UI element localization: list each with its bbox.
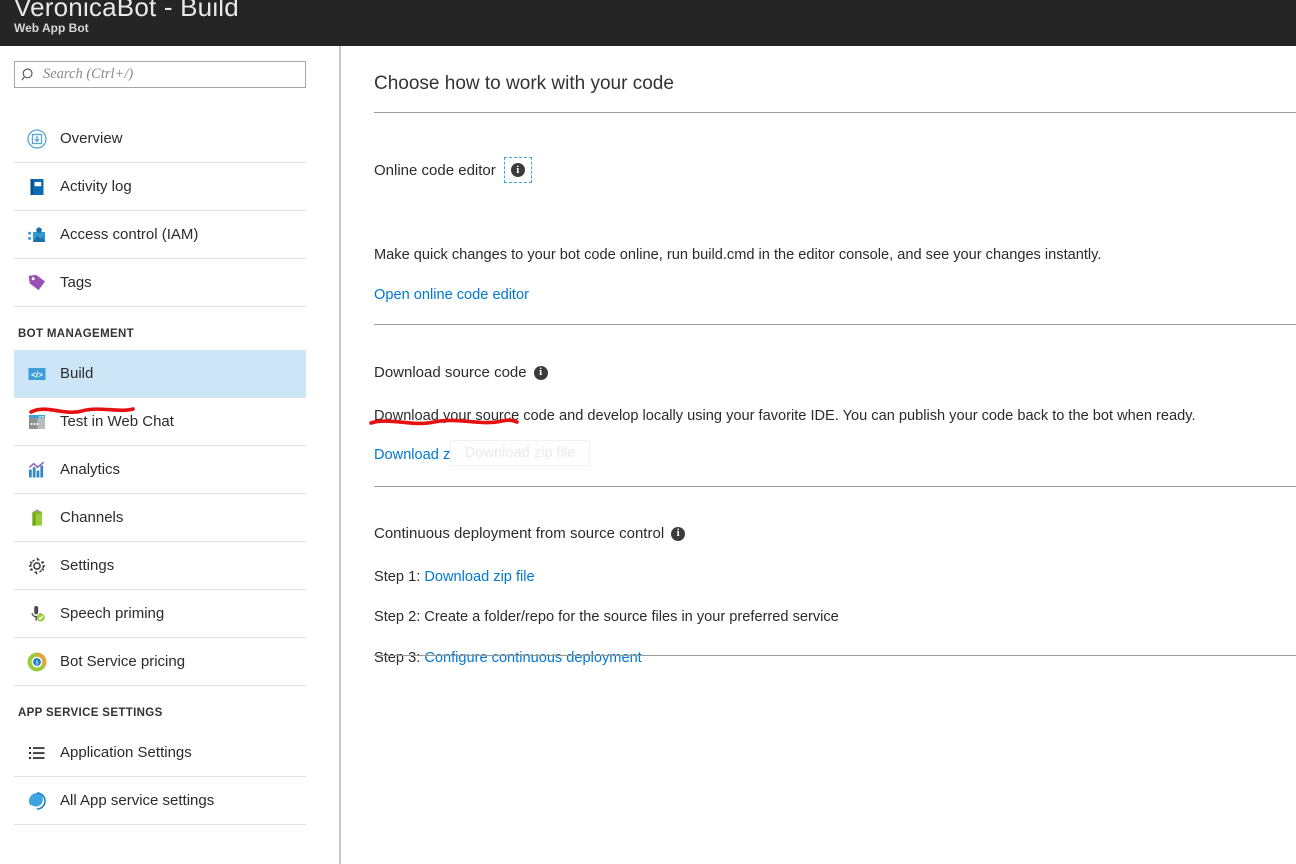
sidebar-item-label: Access control (IAM) [60,226,199,243]
microphone-check-icon [14,603,60,625]
sidebar-item-build[interactable]: </> Build [14,350,306,398]
sidebar-nav: Overview Activity log Access control (IA… [14,115,306,825]
list-icon [14,742,60,764]
section-description-download-source-code: Download your source code and develop lo… [374,408,1196,424]
step-1-row: Step 1: Download zip file [374,569,535,585]
section-description-online-code-editor: Make quick changes to your bot code onli… [374,247,1102,263]
section-title-online-code-editor: Online code editor i [374,157,532,183]
svg-text:</>: </> [31,370,43,379]
sidebar-item-analytics[interactable]: Analytics [14,446,306,494]
tag-icon [14,272,60,294]
content-heading: Choose how to work with your code [374,73,674,94]
sidebar-item-all-app-service-settings[interactable]: All App service settings [14,777,306,825]
section-divider-1 [374,324,1296,325]
info-icon-focus-ring[interactable]: i [503,157,532,183]
sidebar-item-application-settings[interactable]: Application Settings [14,729,306,777]
sidebar-item-label: Analytics [60,461,121,478]
main-content: Choose how to work with your code Online… [343,46,1296,864]
sidebar-item-label: Overview [60,130,123,147]
activity-log-icon [14,176,60,198]
sidebar: Overview Activity log [0,46,341,864]
sidebar-item-test-in-web-chat[interactable]: Test in Web Chat [14,398,306,446]
section-title-download-source-code: Download source code i [374,364,548,381]
sidebar-item-activity-log[interactable]: Activity log [14,163,306,211]
sidebar-group-title-bot-management: BOT MANAGEMENT [18,328,135,340]
sidebar-item-bot-service-pricing[interactable]: $ Bot Service pricing [14,638,306,686]
app-header: VeronicaBot - Build Web App Bot [0,0,1296,46]
analytics-chart-icon [14,459,60,481]
section-title-label: Download source code [374,364,527,381]
step-2-label: Step 2: Create a folder/repo for the sou… [374,609,839,625]
download-zip-file-ghost-tooltip: Download zip file [450,440,590,466]
sidebar-item-overview[interactable]: Overview [14,115,306,163]
sidebar-item-channels[interactable]: Channels [14,494,306,542]
svg-text:$: $ [36,659,39,666]
sidebar-item-label: All App service settings [60,792,215,809]
open-online-code-editor-link[interactable]: Open online code editor [374,287,529,303]
search-box[interactable] [14,61,306,88]
step-1-label: Step 1: [374,569,425,585]
sidebar-item-label: Build [60,365,94,382]
search-input[interactable] [43,66,283,83]
sidebar-item-label: Bot Service pricing [60,653,186,670]
step-1-download-zip-file-link[interactable]: Download zip file [424,569,534,585]
access-control-icon [14,224,60,246]
sidebar-item-label: Speech priming [60,605,165,622]
bottom-divider [374,655,1296,656]
search-icon [15,67,43,83]
sidebar-item-label: Test in Web Chat [60,413,174,430]
page-title: VeronicaBot - Build [14,0,239,22]
info-icon[interactable]: i [510,163,525,177]
sidebar-item-label: Activity log [60,178,132,195]
step-3-label: Step 3: [374,650,425,666]
sidebar-group-app-service-settings: Application Settings All App service set… [14,729,306,825]
sidebar-group-title-app-service-settings: APP SERVICE SETTINGS [18,707,163,719]
app-service-icon [14,790,60,812]
sidebar-group-bot-management: </> Build Test in Web Chat Analytics Cha… [14,350,306,686]
info-icon[interactable]: i [533,365,548,380]
sidebar-item-speech-priming[interactable]: Speech priming [14,590,306,638]
sidebar-item-access-control[interactable]: Access control (IAM) [14,211,306,259]
gear-icon [14,555,60,577]
section-title-continuous-deployment: Continuous deployment from source contro… [374,525,686,542]
step-2-row: Step 2: Create a folder/repo for the sou… [374,609,839,625]
sidebar-group-general: Overview Activity log Access control (IA… [14,115,306,307]
pricing-donut-icon: $ [14,651,60,673]
sidebar-item-label: Channels [60,509,124,526]
info-icon[interactable]: i [671,526,686,541]
sidebar-item-label: Settings [60,557,115,574]
section-title-label: Continuous deployment from source contro… [374,525,665,542]
overview-icon [14,128,60,150]
sidebar-item-label: Application Settings [60,744,192,761]
page-subtitle: Web App Bot [14,21,89,35]
step-3-configure-continuous-deployment-link[interactable]: Configure continuous deployment [424,650,641,666]
channels-icon [14,507,60,529]
section-title-label: Online code editor [374,161,496,179]
code-brackets-icon: </> [14,363,60,385]
sidebar-item-tags[interactable]: Tags [14,259,306,307]
sidebar-item-settings[interactable]: Settings [14,542,306,590]
web-chat-icon [14,411,60,433]
section-divider-2 [374,486,1296,487]
step-3-row: Step 3: Configure continuous deployment [374,650,642,666]
open-online-code-editor-row: Open online code editor [374,287,529,303]
heading-divider [374,112,1296,113]
sidebar-item-label: Tags [60,274,92,291]
